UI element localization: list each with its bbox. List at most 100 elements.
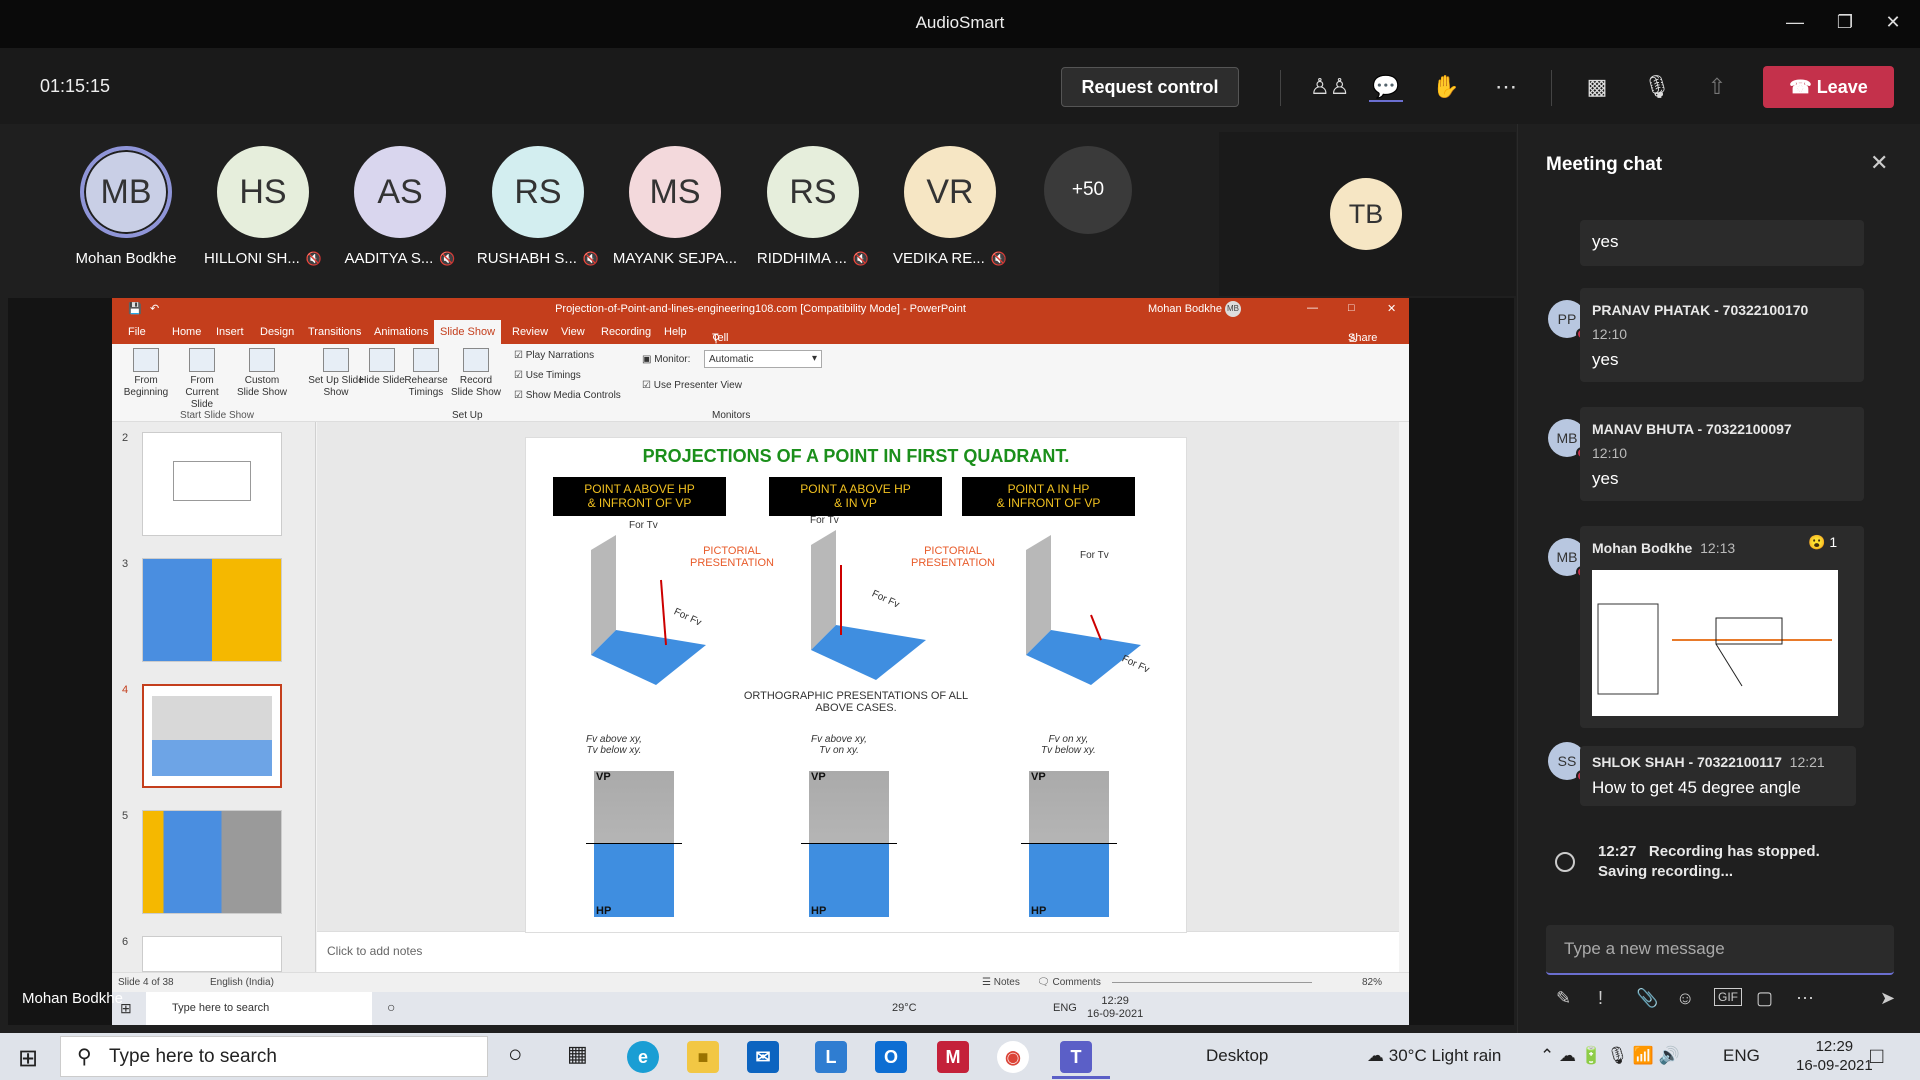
ppt-close-icon[interactable]: ✕ bbox=[1387, 302, 1396, 315]
slide-thumbnail[interactable] bbox=[142, 936, 282, 972]
ppt-minimize-icon[interactable]: — bbox=[1307, 302, 1318, 314]
reactions-icon[interactable]: ✋ bbox=[1429, 72, 1463, 102]
tab-animations[interactable]: Animations bbox=[374, 326, 428, 338]
participant-tile[interactable]: RS RUSHABH S... 🔇 bbox=[473, 146, 603, 267]
caption-line: Fv above xy, bbox=[811, 734, 867, 745]
participant-tile[interactable]: AS AADITYA S... 🔇 bbox=[335, 146, 465, 267]
reaction-badge[interactable]: 😮 1 bbox=[1808, 534, 1837, 551]
zoom-level[interactable]: 82% bbox=[1362, 977, 1382, 988]
chat-message: PRANAV PHATAK - 70322100170 12:10 yes bbox=[1580, 288, 1864, 382]
language-indicator[interactable]: ENG bbox=[1723, 1046, 1760, 1066]
emoji-icon[interactable]: ☺ bbox=[1676, 988, 1694, 1009]
restore-icon[interactable]: ❐ bbox=[1830, 12, 1860, 33]
participant-tile[interactable]: MS MAYANK SEJPA... bbox=[610, 146, 740, 267]
tab-insert[interactable]: Insert bbox=[216, 326, 244, 338]
sticker-icon[interactable]: ▢ bbox=[1756, 988, 1773, 1009]
tab-home[interactable]: Home bbox=[172, 326, 201, 338]
mail-icon[interactable]: ✉ bbox=[747, 1041, 779, 1073]
tab-file[interactable]: File bbox=[128, 326, 146, 338]
tab-recording[interactable]: Recording bbox=[601, 326, 651, 338]
participant-tile[interactable]: HS HILLONI SH... 🔇 bbox=[198, 146, 328, 267]
file-explorer-icon[interactable]: ■ bbox=[687, 1041, 719, 1073]
slide-thumbnail-active[interactable] bbox=[142, 684, 282, 788]
minimize-icon[interactable]: — bbox=[1780, 12, 1810, 33]
slide-heading: PROJECTIONS OF A POINT IN FIRST QUADRANT… bbox=[642, 446, 1070, 466]
monitor-select[interactable]: Automatic ▾ bbox=[704, 350, 822, 368]
message-time: 12:21 bbox=[1789, 754, 1825, 770]
close-icon[interactable]: ✕ bbox=[1878, 12, 1908, 33]
more-options-icon[interactable]: ⋯ bbox=[1489, 72, 1523, 102]
from-current-button[interactable]: From Current Slide bbox=[174, 348, 230, 411]
mic-off-icon[interactable]: 🎙 bbox=[1640, 72, 1674, 102]
tab-view[interactable]: View bbox=[561, 326, 585, 338]
participant-name: AADITYA S... bbox=[344, 250, 434, 267]
message-input[interactable]: Type a new message bbox=[1546, 925, 1894, 975]
taskbar-search-input[interactable]: ⚲ Type here to search bbox=[60, 1036, 488, 1077]
show-media-checkbox[interactable]: ☑ Show Media Controls bbox=[514, 390, 621, 401]
windows-start-icon[interactable]: ⊞ bbox=[18, 1044, 38, 1073]
use-timings-checkbox[interactable]: ☑ Use Timings bbox=[514, 370, 581, 381]
divider bbox=[1551, 70, 1552, 106]
slide-thumbnail[interactable] bbox=[142, 810, 282, 914]
chat-icon[interactable]: 💬 bbox=[1369, 72, 1403, 102]
slide-thumbnail[interactable] bbox=[142, 432, 282, 536]
chrome-icon[interactable]: ◉ bbox=[997, 1041, 1029, 1073]
cortana-icon[interactable]: ○ bbox=[508, 1041, 523, 1069]
tab-transitions[interactable]: Transitions bbox=[308, 326, 361, 338]
custom-show-button[interactable]: Custom Slide Show bbox=[234, 348, 290, 399]
share-tray-icon[interactable]: ⇧ bbox=[1700, 72, 1734, 102]
participant-tile[interactable]: MB Mohan Bodkhe bbox=[61, 146, 191, 267]
from-beginning-button[interactable]: From Beginning bbox=[118, 348, 174, 399]
shared-image[interactable] bbox=[1592, 570, 1838, 716]
important-icon[interactable]: ! bbox=[1598, 988, 1603, 1009]
mcafee-icon[interactable]: M bbox=[937, 1041, 969, 1073]
zoom-slider[interactable] bbox=[1112, 982, 1312, 983]
notes-pane[interactable]: Click to add notes bbox=[317, 931, 1399, 972]
more-participants-button[interactable]: +50 bbox=[1023, 146, 1153, 234]
edge-icon[interactable]: e bbox=[627, 1041, 659, 1073]
more-icon[interactable]: ⋯ bbox=[1796, 988, 1814, 1009]
checkbox-label: Use Presenter View bbox=[653, 380, 742, 391]
participants-icon[interactable]: ♙♙ bbox=[1310, 72, 1349, 102]
tab-slide-show[interactable]: Slide Show bbox=[434, 320, 502, 344]
tab-review[interactable]: Review bbox=[512, 326, 548, 338]
tray-icons[interactable]: ⌃ ☁ 🔋 🎙 📶 🔊 bbox=[1540, 1046, 1680, 1066]
tab-design[interactable]: Design bbox=[260, 326, 294, 338]
gif-icon[interactable]: GIF bbox=[1714, 988, 1742, 1006]
clock[interactable]: 12:29 16-09-2021 bbox=[1796, 1037, 1873, 1075]
meeting-chat-panel: Meeting chat ✕ yes PP PRANAV PHATAK - 70… bbox=[1517, 124, 1920, 1033]
notes-toggle[interactable]: ☰ Notes bbox=[982, 977, 1020, 988]
case-line: & INFRONT OF VP bbox=[587, 496, 692, 510]
format-icon[interactable]: ✎ bbox=[1556, 988, 1571, 1009]
ppt-restore-icon[interactable]: □ bbox=[1348, 302, 1355, 314]
monitor-label-text: Monitor: bbox=[654, 354, 691, 365]
leave-button[interactable]: ☎ Leave bbox=[1763, 66, 1894, 108]
windows-taskbar: ⊞ ⚲ Type here to search ○ ▦ e ■ ✉ L O M ◉… bbox=[0, 1033, 1920, 1080]
app-o-icon[interactable]: O bbox=[875, 1041, 907, 1073]
participant-tile[interactable]: VR VEDIKA RE... 🔇 bbox=[885, 146, 1015, 267]
comments-toggle[interactable]: 🗨 Comments bbox=[1037, 977, 1101, 988]
slide-thumbnail[interactable] bbox=[142, 558, 282, 662]
play-narrations-checkbox[interactable]: ☑ Play Narrations bbox=[514, 350, 594, 361]
app-l-icon[interactable]: L bbox=[815, 1041, 847, 1073]
record-show-button[interactable]: Record Slide Show bbox=[448, 348, 504, 399]
rehearse-timings-button[interactable]: Rehearse Timings bbox=[398, 348, 454, 399]
request-control-button[interactable]: Request control bbox=[1061, 67, 1239, 107]
muted-mic-icon: 🔇 bbox=[852, 251, 870, 266]
case-caption: Fv above xy, Tv on xy. bbox=[811, 734, 867, 756]
attach-icon[interactable]: 📎 bbox=[1636, 988, 1658, 1009]
send-icon[interactable]: ➤ bbox=[1880, 988, 1895, 1009]
participant-tile[interactable]: RS RIDDHIMA ... 🔇 bbox=[748, 146, 878, 267]
weather-widget[interactable]: ☁ 30°C Light rain bbox=[1367, 1046, 1501, 1066]
language-status[interactable]: English (India) bbox=[210, 977, 274, 988]
close-chat-icon[interactable]: ✕ bbox=[1870, 150, 1888, 176]
participant-video-tile[interactable]: TB bbox=[1219, 132, 1516, 296]
teams-icon[interactable]: T bbox=[1060, 1041, 1092, 1073]
presenter-view-checkbox[interactable]: ☑ Use Presenter View bbox=[642, 380, 742, 391]
notes-label: Notes bbox=[993, 977, 1020, 988]
notification-icon[interactable]: □ bbox=[1870, 1043, 1883, 1069]
desktop-toolbar[interactable]: Desktop bbox=[1206, 1046, 1268, 1066]
camera-off-icon[interactable]: ▩ bbox=[1580, 72, 1614, 102]
task-view-icon[interactable]: ▦ bbox=[567, 1041, 588, 1067]
tab-help[interactable]: Help bbox=[664, 326, 687, 338]
